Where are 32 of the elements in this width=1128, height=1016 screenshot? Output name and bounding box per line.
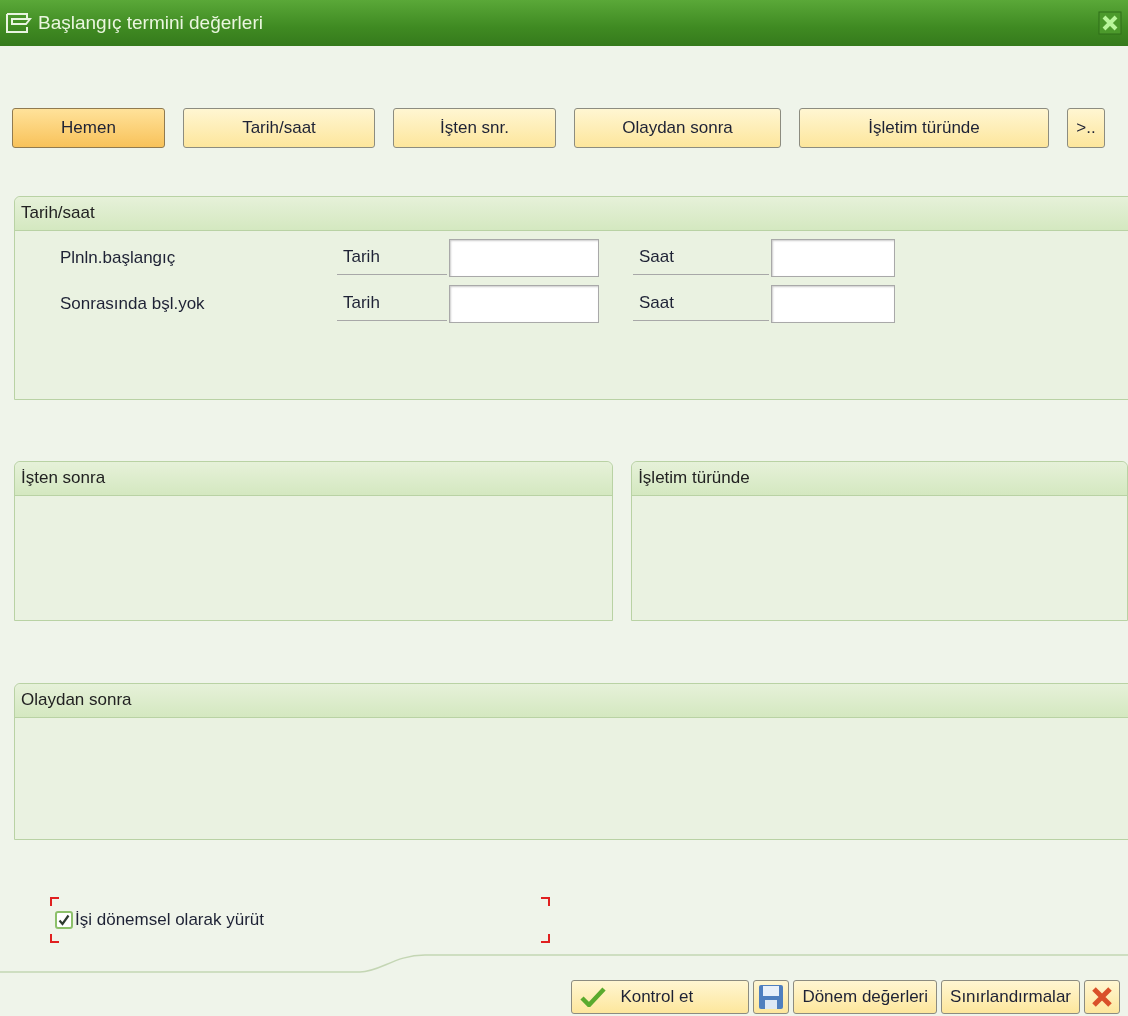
check-button[interactable]: Kontrol et xyxy=(571,980,750,1014)
field-label: Tarih xyxy=(337,287,447,321)
group-title: İşten sonra xyxy=(15,462,613,496)
group-title: Olaydan sonra xyxy=(15,684,1128,718)
mode-button[interactable]: İşletim türünde xyxy=(799,108,1049,148)
date-field[interactable] xyxy=(449,285,599,323)
time-field[interactable] xyxy=(771,239,895,277)
group-title: İşletim türünde xyxy=(632,462,1127,496)
window-title: Başlangıç termini değerleri xyxy=(38,12,263,34)
checkbox-label: İşi dönemsel olarak yürüt xyxy=(75,910,264,930)
checkbox[interactable] xyxy=(55,911,73,929)
time-field[interactable] xyxy=(771,285,895,323)
save-button[interactable] xyxy=(753,980,790,1014)
field-label: Tarih xyxy=(337,241,447,275)
field-label: Sonrasında bşl.yok xyxy=(59,294,206,314)
field-label: Plnln.başlangıç xyxy=(59,248,177,268)
mode-button[interactable]: >.. xyxy=(1067,108,1105,148)
date-field[interactable] xyxy=(449,239,599,277)
group-title: Tarih/saat xyxy=(15,197,1128,231)
checkmark-icon xyxy=(580,987,607,1007)
mode-button[interactable]: Hemen xyxy=(12,108,165,148)
cancel-icon xyxy=(1090,985,1114,1009)
mode-button[interactable]: Olaydan sonra xyxy=(574,108,781,148)
mode-button[interactable]: Tarih/saat xyxy=(183,108,375,148)
cancel-button[interactable] xyxy=(1084,980,1120,1014)
field-label: Saat xyxy=(633,287,769,321)
action-button[interactable]: Sınırlandırmalar xyxy=(941,980,1080,1014)
close-icon[interactable] xyxy=(1098,11,1122,35)
window-icon xyxy=(6,13,32,33)
mode-button[interactable]: İşten snr. xyxy=(393,108,556,148)
field-label: Saat xyxy=(633,241,769,275)
action-button[interactable]: Dönem değerleri xyxy=(793,980,938,1014)
